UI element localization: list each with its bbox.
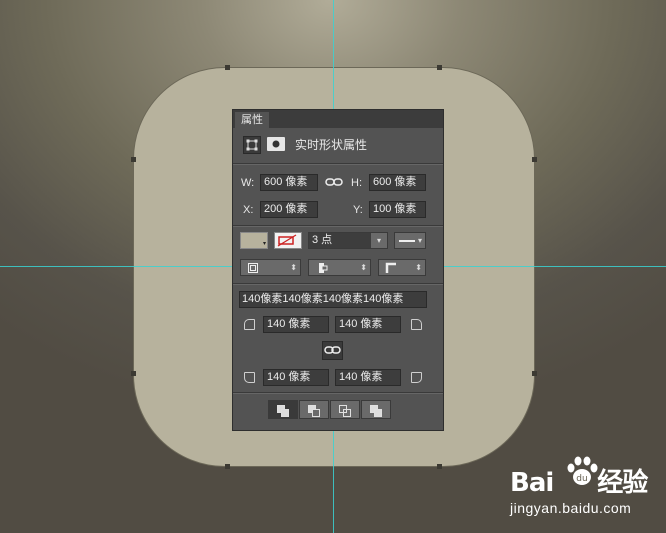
corner-bottom-left-field[interactable]: 140 像素 xyxy=(263,369,329,386)
x-field[interactable]: 200 像素 xyxy=(260,201,318,218)
link-wh-icon[interactable] xyxy=(325,175,343,189)
chevron-down-icon: ▾ xyxy=(417,236,422,245)
anchor-point[interactable] xyxy=(532,157,537,162)
panel-tab-bar: 属性 xyxy=(233,110,443,128)
stroke-color-swatch[interactable] xyxy=(274,232,302,249)
fill-color-swatch[interactable]: ▾ xyxy=(240,232,268,249)
chevron-down-icon: ▾ xyxy=(371,233,387,248)
stroke-corners-dropdown[interactable]: ⬍ xyxy=(378,259,426,276)
mask-properties-icon[interactable] xyxy=(267,137,285,151)
top-left-corner-icon xyxy=(244,319,255,330)
anchor-point[interactable] xyxy=(437,65,442,70)
watermark-url: jingyan.baidu.com xyxy=(510,500,632,516)
divider xyxy=(233,225,443,226)
stepper-icon: ⬍ xyxy=(415,263,422,272)
anchor-point[interactable] xyxy=(225,464,230,469)
panel-header-title: 实时形状属性 xyxy=(295,138,368,152)
divider xyxy=(233,283,443,284)
stroke-width-field[interactable]: 3 点 ▾ xyxy=(308,232,388,249)
paw-logo-icon: du xyxy=(567,456,598,485)
height-field[interactable]: 600 像素 xyxy=(369,174,426,191)
bottom-right-corner-icon xyxy=(411,372,422,383)
exclude-overlapping-button[interactable] xyxy=(361,400,391,419)
link-corners-icon[interactable] xyxy=(322,341,343,360)
anchor-point[interactable] xyxy=(225,65,230,70)
panel-header: 实时形状属性 xyxy=(233,134,443,156)
width-label: W: xyxy=(241,177,255,189)
anchor-point[interactable] xyxy=(437,464,442,469)
corner-top-right-field[interactable]: 140 像素 xyxy=(335,316,401,333)
anchor-point[interactable] xyxy=(131,371,136,376)
stroke-width-value: 3 点 xyxy=(312,234,333,246)
corner-radius-all-field[interactable]: 140像素140像素140像素140像素 xyxy=(239,291,427,308)
y-label: Y: xyxy=(353,204,363,216)
corner-top-left-field[interactable]: 140 像素 xyxy=(263,316,329,333)
top-right-corner-icon xyxy=(411,319,422,330)
divider xyxy=(233,392,443,393)
anchor-point[interactable] xyxy=(532,371,537,376)
stroke-type-dropdown[interactable]: ▾ xyxy=(394,232,426,249)
x-label: X: xyxy=(243,204,254,216)
bottom-left-corner-icon xyxy=(244,372,255,383)
intersect-shapes-button[interactable] xyxy=(330,400,360,419)
watermark-logo-jingyan: 经验 xyxy=(597,468,648,498)
svg-text:du: du xyxy=(576,474,587,484)
y-field[interactable]: 100 像素 xyxy=(369,201,426,218)
combine-shapes-button[interactable] xyxy=(268,400,298,419)
stepper-icon: ⬍ xyxy=(290,263,297,272)
stepper-icon: ⬍ xyxy=(360,263,367,272)
width-field[interactable]: 600 像素 xyxy=(260,174,318,191)
corner-bottom-right-field[interactable]: 140 像素 xyxy=(335,369,401,386)
properties-panel: 属性 实时形状属性 W: 600 像素 H: 600 像素 X: 200 像素 … xyxy=(233,110,443,430)
subtract-front-shape-button[interactable] xyxy=(299,400,329,419)
shape-properties-icon[interactable] xyxy=(243,136,261,154)
baidu-jingyan-watermark: du Bai 经验 jingyan.baidu.com xyxy=(510,456,648,516)
watermark-logo-text: Bai xyxy=(510,468,554,498)
tab-properties[interactable]: 属性 xyxy=(235,112,269,128)
anchor-point[interactable] xyxy=(131,157,136,162)
height-label: H: xyxy=(351,177,362,189)
stroke-align-dropdown[interactable]: ⬍ xyxy=(240,259,301,276)
stroke-caps-dropdown[interactable]: ⬍ xyxy=(308,259,371,276)
divider xyxy=(233,163,443,164)
